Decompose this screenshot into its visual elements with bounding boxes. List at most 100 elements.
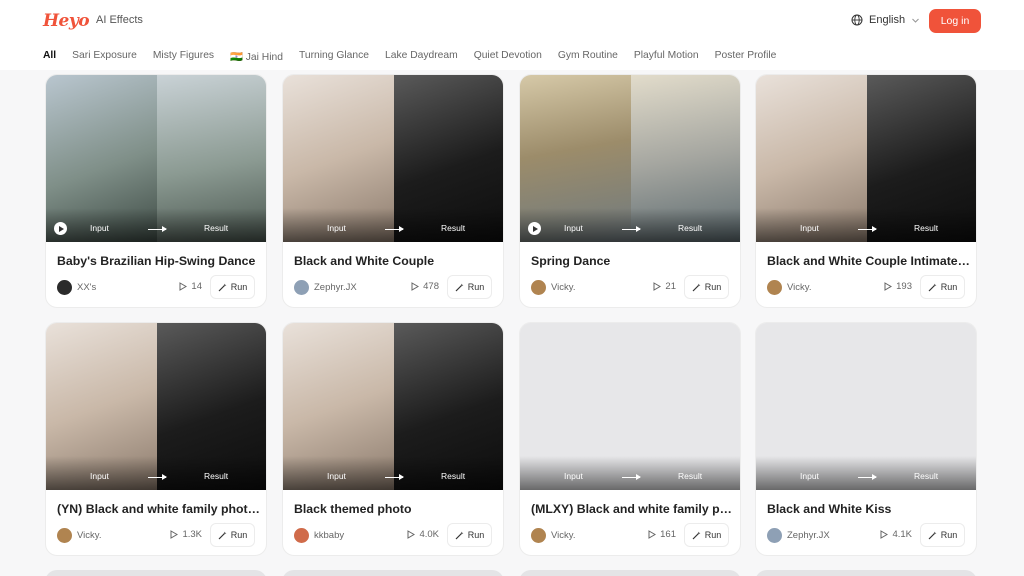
arrow-right-icon — [622, 226, 641, 232]
tab-0[interactable]: All — [43, 50, 56, 63]
run-label: Run — [467, 530, 485, 540]
avatar[interactable] — [57, 280, 72, 295]
magic-wand-icon — [692, 283, 701, 291]
avatar[interactable] — [767, 528, 782, 543]
run-button[interactable]: Run — [684, 275, 729, 299]
effect-card[interactable]: Input Result Baby's Brazilian Hip-Swing … — [45, 74, 267, 308]
avatar[interactable] — [294, 280, 309, 295]
effect-preview[interactable]: Input Result — [46, 323, 266, 490]
tab-4[interactable]: Turning Glance — [299, 50, 369, 63]
effect-preview[interactable]: Input Result — [520, 323, 740, 490]
effect-preview[interactable]: Input Result — [520, 75, 740, 242]
play-count-icon — [884, 282, 893, 291]
play-count: 193 — [884, 281, 912, 292]
language-selector[interactable]: English — [851, 14, 920, 26]
magic-wand-icon — [455, 283, 464, 291]
run-button[interactable]: Run — [920, 275, 965, 299]
author-name[interactable]: Vicky. — [551, 530, 575, 541]
result-label: Result — [914, 223, 939, 233]
play-icon[interactable] — [54, 222, 67, 235]
card-title[interactable]: Black and White Couple — [294, 254, 500, 268]
avatar[interactable] — [531, 528, 546, 543]
input-label: Input — [564, 223, 583, 233]
logo[interactable]: Heyo — [43, 11, 90, 31]
preview-shade — [756, 456, 976, 490]
effect-preview[interactable]: Input Result — [756, 75, 976, 242]
tab-9[interactable]: Poster Profile — [715, 50, 777, 63]
arrow-right-icon — [385, 226, 404, 232]
preview-shade — [520, 208, 740, 242]
author-name[interactable]: Zephyr.JX — [314, 282, 357, 293]
card-title[interactable]: (MLXY) Black and white family p… — [531, 502, 737, 516]
run-button[interactable]: Run — [210, 275, 255, 299]
avatar[interactable] — [294, 528, 309, 543]
play-count-value: 14 — [191, 281, 202, 292]
run-button[interactable]: Run — [684, 523, 729, 547]
play-count-icon — [407, 530, 416, 539]
play-count: 21 — [653, 281, 676, 292]
magic-wand-icon — [455, 531, 464, 539]
effect-preview[interactable]: Input Result — [283, 323, 503, 490]
effect-preview[interactable]: Input Result — [756, 323, 976, 490]
play-count-icon — [170, 530, 179, 539]
author-name[interactable]: Zephyr.JX — [787, 530, 830, 541]
arrow-right-icon — [858, 226, 877, 232]
run-button[interactable]: Run — [447, 523, 492, 547]
avatar[interactable] — [57, 528, 72, 543]
tab-5[interactable]: Lake Daydream — [385, 50, 458, 63]
effect-card[interactable]: Input Result Black themed photo kkbaby 4… — [282, 322, 504, 556]
card-title[interactable]: (YN) Black and white family phot… — [57, 502, 263, 516]
play-count-value: 193 — [896, 281, 912, 292]
login-button[interactable]: Log in — [929, 9, 981, 33]
nav-ai-effects[interactable]: AI Effects — [96, 14, 143, 26]
author-name[interactable]: XX's — [77, 282, 96, 293]
effect-card[interactable]: Input Result Black and White Couple Zeph… — [282, 74, 504, 308]
run-button[interactable]: Run — [210, 523, 255, 547]
play-count-value: 161 — [660, 529, 676, 540]
result-label: Result — [914, 471, 939, 481]
avatar[interactable] — [767, 280, 782, 295]
magic-wand-icon — [218, 531, 227, 539]
card-title[interactable]: Black and White Couple Intimate… — [767, 254, 973, 268]
card-title[interactable]: Black and White Kiss — [767, 502, 973, 516]
result-label: Result — [204, 223, 229, 233]
play-count-icon — [648, 530, 657, 539]
preview-shade — [46, 456, 266, 490]
author-name[interactable]: kkbaby — [314, 530, 344, 541]
magic-wand-icon — [218, 283, 227, 291]
play-icon[interactable] — [528, 222, 541, 235]
input-label: Input — [800, 471, 819, 481]
tab-7[interactable]: Gym Routine — [558, 50, 618, 63]
effect-card[interactable]: Input Result Black and White Couple Inti… — [755, 74, 977, 308]
run-button[interactable]: Run — [920, 523, 965, 547]
input-label: Input — [90, 223, 109, 233]
effect-card[interactable]: Input Result (MLXY) Black and white fami… — [519, 322, 741, 556]
effect-card[interactable]: Input Result Black and White Kiss Zephyr… — [755, 322, 977, 556]
play-count-value: 478 — [423, 281, 439, 292]
card-title[interactable]: Spring Dance — [531, 254, 737, 268]
category-tabs: All Sari Exposure Misty Figures 🇮🇳 Jai Hind… — [43, 50, 776, 63]
tab-2[interactable]: Misty Figures — [153, 50, 214, 63]
effect-preview[interactable]: Input Result — [283, 75, 503, 242]
run-button[interactable]: Run — [447, 275, 492, 299]
card-title[interactable]: Black themed photo — [294, 502, 500, 516]
effect-card[interactable]: Input Result Spring Dance Vicky. 21 Run — [519, 74, 741, 308]
card-title[interactable]: Baby's Brazilian Hip-Swing Dance — [57, 254, 263, 268]
result-label: Result — [678, 223, 703, 233]
magic-wand-icon — [928, 283, 937, 291]
effect-preview[interactable]: Input Result — [46, 75, 266, 242]
author-name[interactable]: Vicky. — [551, 282, 575, 293]
tab-3[interactable]: 🇮🇳 Jai Hind — [230, 50, 283, 63]
author-name[interactable]: Vicky. — [787, 282, 811, 293]
preview-shade — [756, 208, 976, 242]
tab-1[interactable]: Sari Exposure — [72, 50, 137, 63]
input-label: Input — [90, 471, 109, 481]
run-label: Run — [467, 282, 485, 292]
effect-card[interactable]: Input Result (YN) Black and white family… — [45, 322, 267, 556]
tab-6[interactable]: Quiet Devotion — [474, 50, 542, 63]
magic-wand-icon — [692, 531, 701, 539]
author-name[interactable]: Vicky. — [77, 530, 101, 541]
play-count-icon — [880, 530, 889, 539]
tab-8[interactable]: Playful Motion — [634, 50, 699, 63]
avatar[interactable] — [531, 280, 546, 295]
